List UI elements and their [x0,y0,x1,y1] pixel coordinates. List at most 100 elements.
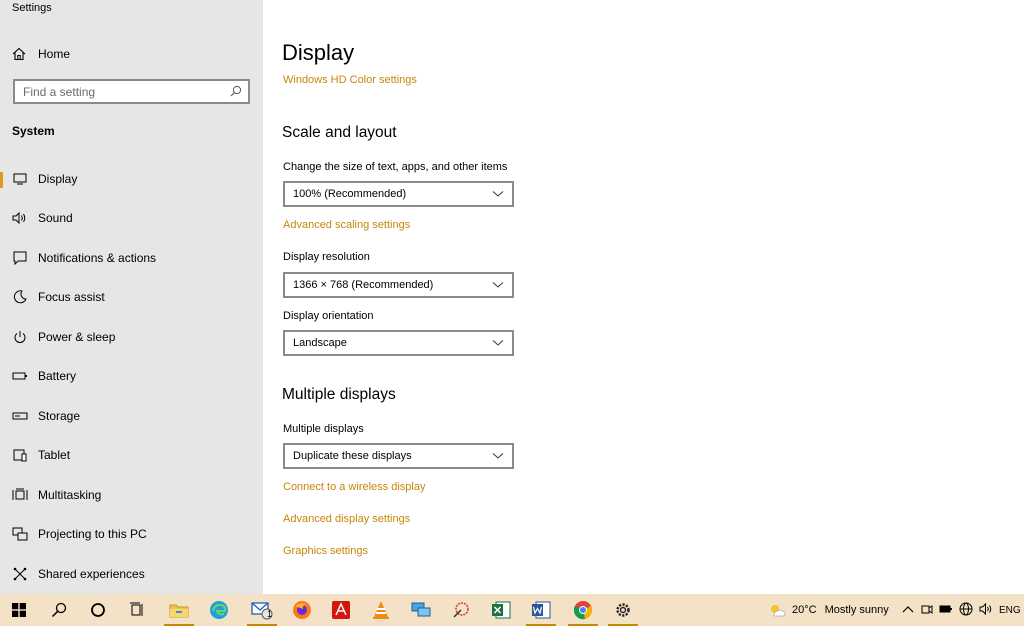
cortana-button[interactable] [79,594,117,626]
task-view-button[interactable] [118,594,156,626]
notification-icon [12,250,28,266]
hd-color-settings-link[interactable]: Windows HD Color settings [283,74,417,86]
sidebar-item-label: Power & sleep [38,330,116,344]
sidebar-item-tablet[interactable]: Tablet [0,440,263,470]
home-label: Home [38,47,71,61]
moon-icon [12,289,28,305]
cortana-icon [91,603,105,617]
chevron-down-icon [492,451,504,463]
sidebar-group-label: System [12,124,55,138]
folder-icon [169,604,189,618]
search-icon[interactable] [230,85,242,100]
network-computers-icon [411,602,431,617]
battery-icon[interactable] [939,604,953,617]
home-nav-item[interactable]: Home [12,44,70,64]
chrome-button[interactable] [564,594,602,626]
sidebar-item-label: Notifications & actions [38,251,157,265]
sidebar-item-shared-experiences[interactable]: Shared experiences [0,559,263,589]
word-button[interactable] [522,594,560,626]
vlc-icon [373,601,389,619]
sidebar-item-notifications[interactable]: Notifications & actions [0,243,263,273]
storage-icon [12,408,28,424]
weather-condition: Mostly sunny [824,604,889,616]
sidebar-item-label: Focus assist [38,290,105,304]
language-indicator[interactable]: ENG [999,605,1021,616]
acrobat-button[interactable] [322,594,360,626]
sidebar-item-multitasking[interactable]: Multitasking [0,480,263,510]
chrome-icon [573,601,593,620]
sidebar-item-projecting[interactable]: Projecting to this PC [0,519,263,549]
sidebar-item-battery[interactable]: Battery [0,361,263,391]
resolution-dropdown[interactable]: 1366 × 768 (Recommended) [283,272,514,298]
volume-icon[interactable] [979,602,993,618]
tablet-icon [12,447,28,463]
graphics-settings-link[interactable]: Graphics settings [283,545,368,557]
windows-logo-icon [12,603,26,617]
sidebar-item-display[interactable]: Display [0,164,263,194]
search-taskbar-button[interactable] [40,594,78,626]
vlc-button[interactable] [362,594,400,626]
file-explorer-button[interactable] [160,594,198,626]
home-icon [12,47,28,61]
resolution-value: 1366 × 768 (Recommended) [293,279,434,291]
chevron-down-icon [492,338,504,350]
multiple-displays-heading: Multiple displays [282,386,396,403]
task-view-icon [130,602,143,616]
system-tray: ENG [902,594,1021,626]
power-icon [12,329,28,345]
mail-badge: 1 [267,609,273,619]
meet-now-icon[interactable] [921,603,933,618]
battery-icon [12,368,28,384]
resolution-label: Display resolution [283,251,370,263]
firefox-button[interactable] [283,594,321,626]
search-icon [51,602,67,618]
sidebar-item-label: Battery [38,369,77,383]
sidebar-item-storage[interactable]: Storage [0,401,263,431]
orientation-dropdown[interactable]: Landscape [283,330,514,356]
scale-label: Change the size of text, apps, and other… [283,161,508,173]
multiple-displays-dropdown[interactable]: Duplicate these displays [283,443,514,469]
mail-button[interactable]: 1 [243,594,281,626]
multiple-displays-value: Duplicate these displays [293,450,412,462]
sidebar-item-label: Projecting to this PC [38,527,147,541]
chevron-down-icon [492,189,504,201]
snipping-tool-button[interactable] [442,594,480,626]
page-title: Display [282,40,355,65]
sun-cloud-icon [771,605,786,617]
sidebar-item-label: Sound [38,211,73,225]
sidebar-item-label: Display [38,172,78,186]
chevron-up-icon[interactable] [902,604,914,616]
edge-button[interactable] [200,594,238,626]
scale-dropdown[interactable]: 100% (Recommended) [283,181,514,207]
network-globe-icon[interactable] [959,602,973,619]
search-input[interactable]: Find a setting [13,79,250,104]
multitasking-icon [12,487,28,503]
chevron-down-icon [492,280,504,292]
edge-icon [210,601,228,619]
wireless-display-link[interactable]: Connect to a wireless display [283,481,425,493]
word-icon [532,601,551,619]
network-app-button[interactable] [402,594,440,626]
sidebar-item-label: Multitasking [38,488,102,502]
excel-button[interactable] [482,594,520,626]
advanced-scaling-link[interactable]: Advanced scaling settings [283,219,410,231]
acrobat-icon [332,601,350,619]
weather-temp: 20°C [792,604,817,616]
multiple-displays-label: Multiple displays [283,423,364,435]
sidebar-item-power-sleep[interactable]: Power & sleep [0,322,263,352]
weather-widget[interactable]: 20°C Mostly sunny [768,594,889,626]
taskbar: 1 20°C Mostly sunny ENG [0,594,1024,626]
shared-experiences-icon [12,566,28,582]
gear-icon [616,603,630,617]
search-placeholder: Find a setting [23,84,96,99]
sidebar: Settings Home Find a setting System Disp… [0,0,263,594]
orientation-value: Landscape [293,337,347,349]
sidebar-item-label: Tablet [38,448,71,462]
excel-icon [492,601,511,619]
firefox-icon [293,601,311,619]
advanced-display-settings-link[interactable]: Advanced display settings [283,513,410,525]
sidebar-item-sound[interactable]: Sound [0,203,263,233]
start-button[interactable] [0,594,38,626]
sidebar-item-focus-assist[interactable]: Focus assist [0,282,263,312]
settings-button[interactable] [604,594,642,626]
